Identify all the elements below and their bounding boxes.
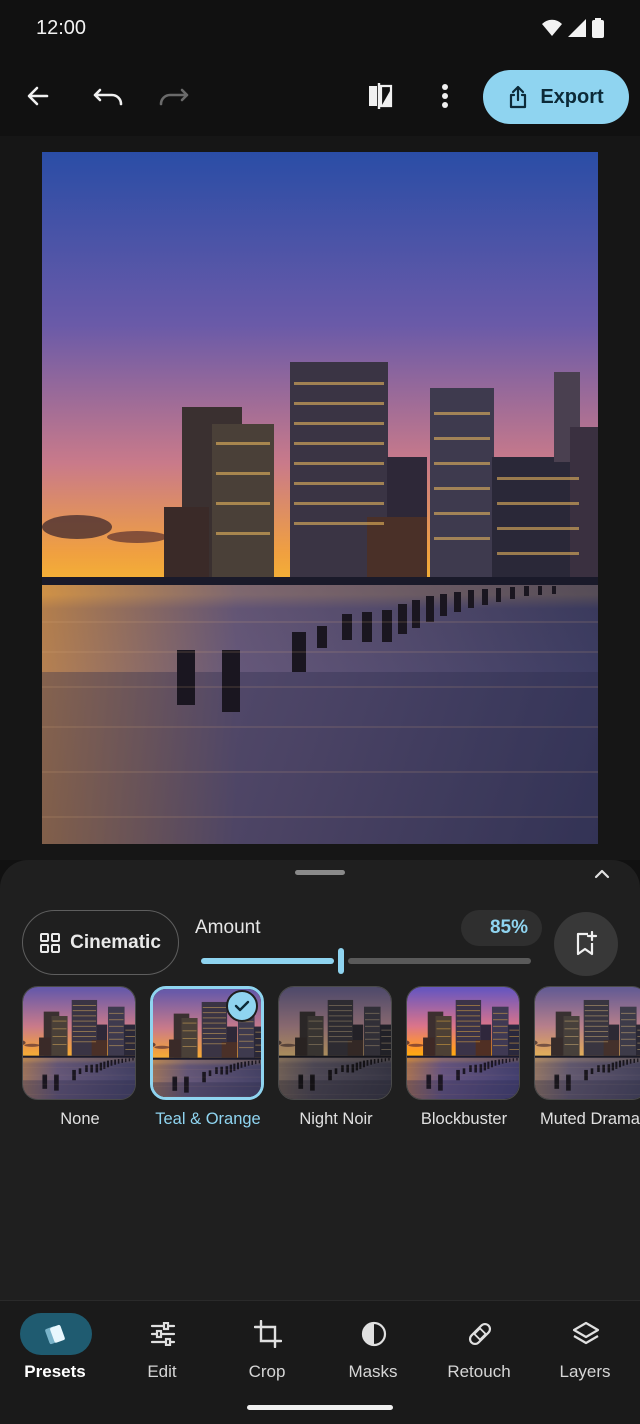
more-vertical-icon [442, 84, 448, 108]
nav-presets[interactable]: Presets [2, 1311, 108, 1395]
edited-photo [42, 152, 598, 844]
nav-icon-container [127, 1313, 199, 1355]
preset-thumbnail [534, 986, 640, 1100]
wifi-icon [542, 19, 562, 36]
share-icon [510, 85, 527, 109]
compare-button[interactable] [360, 76, 400, 116]
slider-thumb[interactable] [338, 948, 344, 974]
preset-thumbnail [22, 986, 136, 1100]
presets-panel: Cinematic Amount 85% None Teal & Orange … [0, 860, 640, 1300]
nav-icon-container [550, 1313, 622, 1355]
presets-icon [45, 1324, 65, 1345]
category-label: Cinematic [70, 931, 161, 953]
layers-icon [572, 1321, 600, 1345]
grid-icon [40, 932, 61, 953]
nav-layers[interactable]: Layers [532, 1311, 638, 1395]
nav-label: Crop [248, 1362, 286, 1381]
arrow-left-icon [27, 86, 49, 106]
export-button[interactable]: Export [483, 70, 629, 124]
status-icons [542, 18, 604, 38]
preset-thumbnail [278, 986, 392, 1100]
check-icon [234, 1000, 250, 1012]
collapse-panel-button[interactable] [588, 862, 616, 886]
slider-track-inactive [348, 958, 531, 964]
preset-label: Blockbuster [420, 1110, 508, 1128]
home-indicator[interactable] [247, 1405, 393, 1410]
preset-category-chip[interactable]: Cinematic [22, 910, 179, 975]
crop-icon [254, 1320, 282, 1348]
nav-masks[interactable]: Masks [320, 1311, 426, 1395]
nav-icon-container [232, 1313, 304, 1355]
nav-label: Retouch [447, 1362, 511, 1381]
amount-slider[interactable] [201, 948, 531, 976]
nav-label: Edit [147, 1362, 177, 1381]
nav-icon-container [338, 1313, 410, 1355]
slider-track-active [201, 958, 334, 964]
nav-crop[interactable]: Crop [214, 1311, 320, 1395]
masks-icon [361, 1321, 387, 1347]
compare-icon [369, 83, 393, 109]
photo-canvas[interactable] [0, 136, 640, 860]
amount-label: Amount [195, 917, 261, 938]
back-button[interactable] [18, 76, 58, 116]
preset-thumbnail [406, 986, 520, 1100]
top-toolbar: Export [0, 56, 640, 136]
signal-icon [568, 19, 586, 37]
redo-icon [159, 88, 189, 106]
amount-value: 85% [461, 910, 542, 946]
status-time: 12:00 [36, 17, 87, 39]
save-preset-button[interactable] [554, 912, 618, 976]
more-options-button[interactable] [425, 76, 465, 116]
undo-button[interactable] [88, 76, 128, 116]
bookmark-add-icon [576, 931, 598, 956]
undo-icon [93, 88, 123, 106]
nav-retouch[interactable]: Retouch [426, 1311, 532, 1395]
nav-label: Layers [559, 1362, 611, 1381]
preset-label: Muted Drama [540, 1110, 640, 1128]
bandage-icon [468, 1322, 492, 1346]
battery-icon [592, 18, 604, 38]
sheet-drag-handle[interactable] [295, 870, 345, 875]
export-label: Export [540, 85, 604, 108]
chevron-up-icon [594, 869, 610, 879]
nav-active-indicator [20, 1313, 92, 1355]
nav-edit[interactable]: Edit [109, 1311, 215, 1395]
redo-button[interactable] [154, 76, 194, 116]
nav-icon-container [444, 1313, 516, 1355]
presets-carousel[interactable]: None Teal & Orange Night Noir Blockbuste… [0, 984, 640, 1134]
sliders-icon [150, 1322, 176, 1346]
selected-check-badge [226, 990, 258, 1022]
nav-label: Presets [24, 1362, 86, 1381]
nav-label: Masks [348, 1362, 398, 1381]
status-bar: 12:00 [0, 0, 640, 56]
